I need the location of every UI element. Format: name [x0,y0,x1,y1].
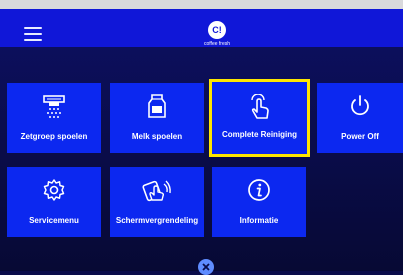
tile-label: Informatie [239,216,279,225]
power-icon [317,93,403,119]
main-menu-area [0,47,403,271]
top-bar: C! coffee fresh [0,9,403,47]
tile-melk-spoelen[interactable]: Melk spoelen [110,83,204,153]
tile-informatie[interactable]: Informatie [212,167,306,237]
info-icon [212,177,306,203]
tile-label: Schermvergrendeling [115,216,199,225]
touch-hand-icon [212,94,307,120]
tile-label: Power Off [341,132,379,141]
tile-label: Complete Reiniging [221,130,298,139]
tile-complete-reiniging[interactable]: Complete Reiniging [209,79,310,157]
tile-label: Servicemenu [29,216,79,225]
logo-monogram: C! [208,21,226,39]
tile-zetgroep-spoelen[interactable]: Zetgroep spoelen [7,83,101,153]
close-button[interactable] [198,259,214,275]
brew-group-rinse-icon [7,93,101,119]
tile-power-off[interactable]: Power Off [317,83,403,153]
tile-label: Zetgroep spoelen [20,132,88,141]
tile-schermvergrendeling[interactable]: Schermvergrendeling [110,167,204,237]
milk-carton-icon [110,93,204,119]
hamburger-icon[interactable] [24,27,42,41]
tile-label: Melk spoelen [131,132,183,141]
tile-servicemenu[interactable]: Servicemenu [7,167,101,237]
device-frame-edge [0,0,403,9]
gear-icon [7,177,101,203]
screen-lock-hand-icon [110,177,204,203]
